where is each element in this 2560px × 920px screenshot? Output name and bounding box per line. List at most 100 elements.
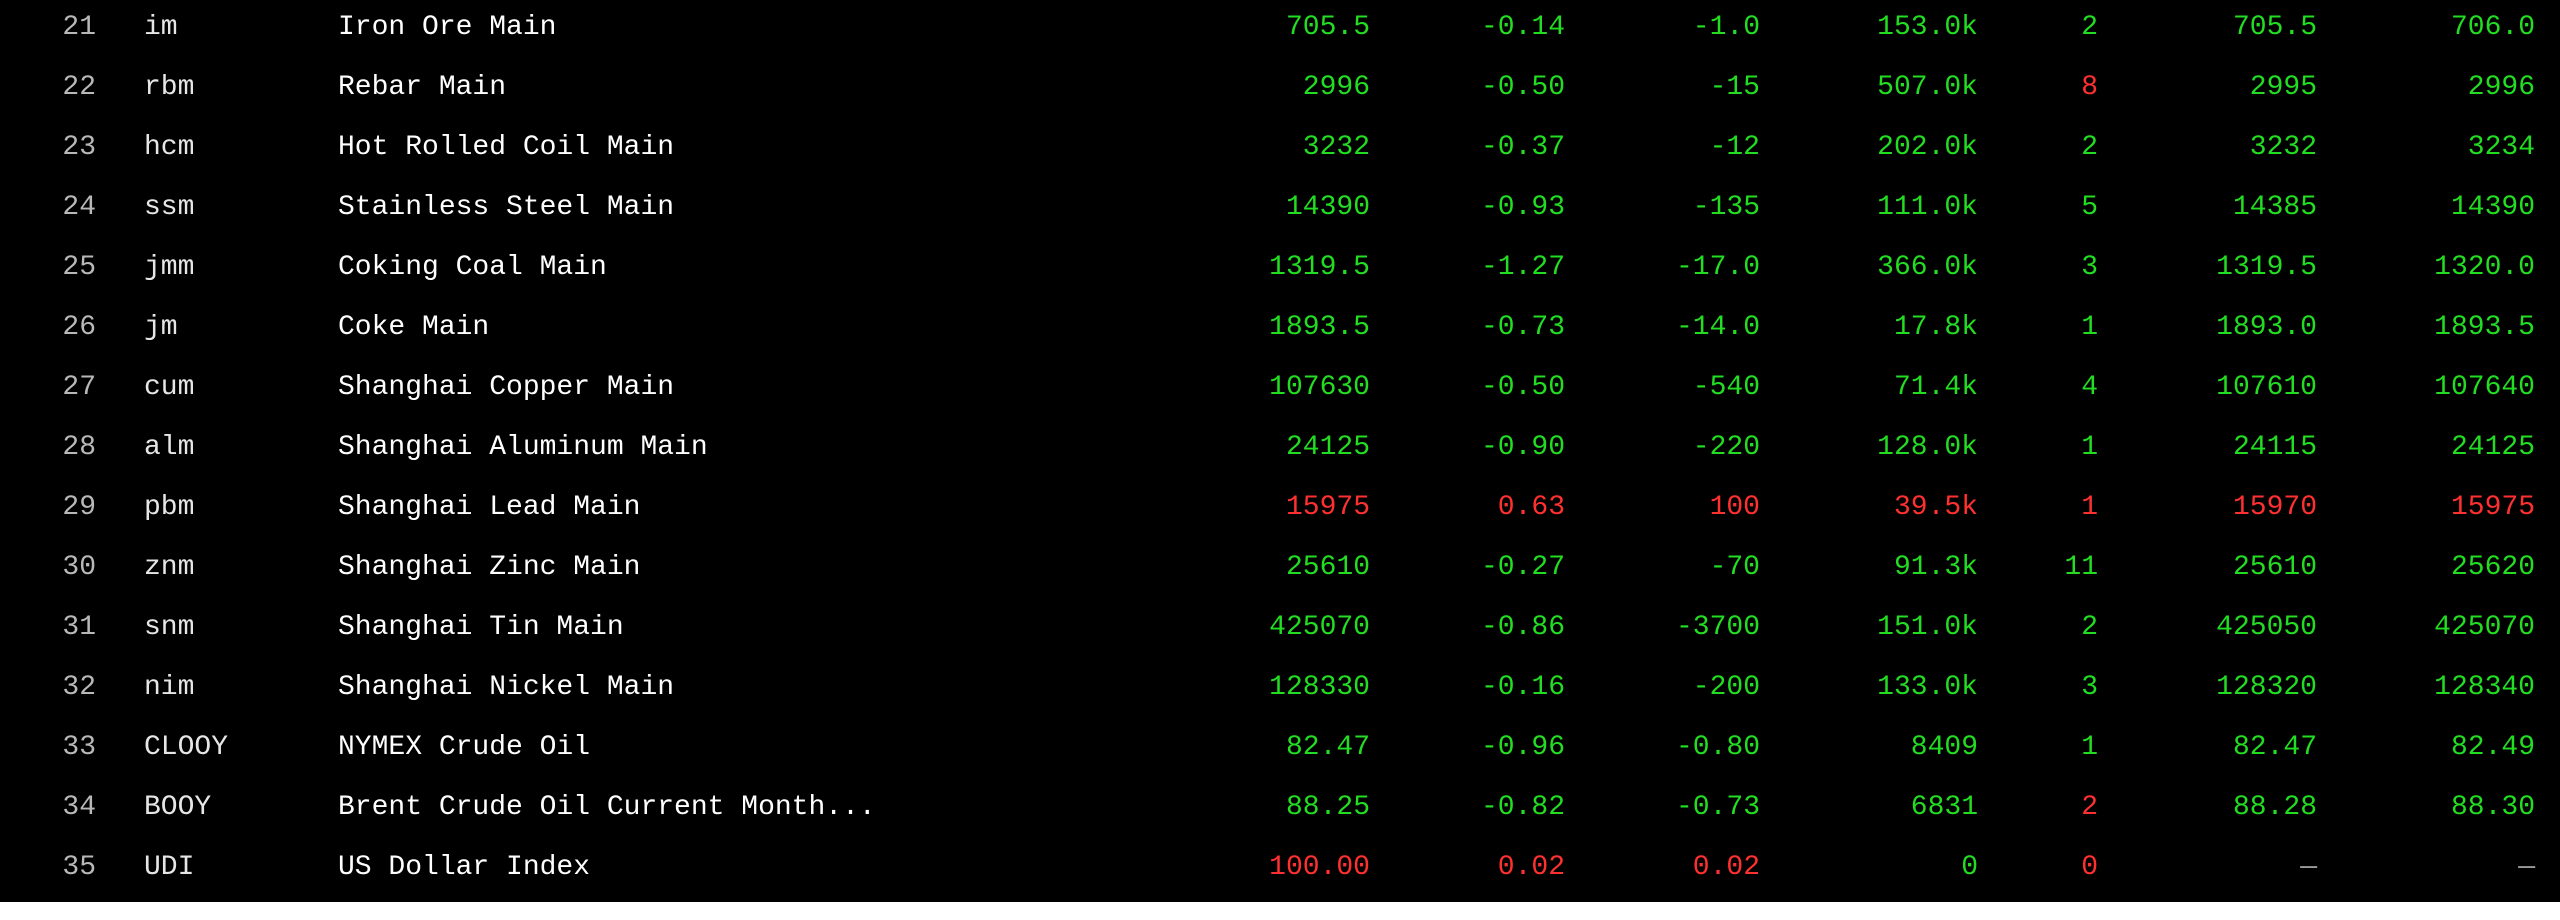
- last-quantity: 1: [2081, 732, 2098, 763]
- change-amount: -70: [1709, 552, 1760, 583]
- last-quantity: 3: [2081, 252, 2098, 283]
- bid-price: 24115: [2232, 432, 2317, 463]
- instrument-name: Iron Ore Main: [338, 12, 557, 43]
- symbol-code: BOOY: [144, 792, 212, 823]
- quote-row[interactable]: 27 cum Shanghai Copper Main 107630 -0.50 -540…: [0, 358, 2560, 418]
- ask-price: 88.30: [2450, 792, 2535, 823]
- ask-price: 1320.0: [2434, 252, 2535, 283]
- quote-row[interactable]: 34 BOOY Brent Crude Oil Current Month... 88…: [0, 778, 2560, 838]
- change-amount: 100: [1709, 492, 1760, 523]
- bid-price: 128320: [2216, 672, 2317, 703]
- last-quantity: 2: [2081, 132, 2098, 163]
- symbol-code: hcm: [144, 132, 195, 163]
- ask-price: —: [2518, 852, 2535, 883]
- change-amount: -1.0: [1692, 12, 1760, 43]
- volume: 0: [1961, 852, 1978, 883]
- ask-price: 2996: [2467, 72, 2535, 103]
- row-index: 31: [62, 612, 96, 643]
- bid-price: 705.5: [2232, 12, 2317, 43]
- quote-row[interactable]: 21 im Iron Ore Main 705.5 -0.14 -1.0 153.0k 2 70…: [0, 0, 2560, 58]
- row-index: 26: [62, 312, 96, 343]
- bid-price: 82.47: [2232, 732, 2317, 763]
- change-percent: -0.82: [1480, 792, 1565, 823]
- last-price: 24125: [1285, 432, 1370, 463]
- change-percent: -0.14: [1480, 12, 1565, 43]
- bid-price: 14385: [2232, 192, 2317, 223]
- change-percent: -0.50: [1480, 372, 1565, 403]
- instrument-name: Rebar Main: [338, 72, 507, 103]
- volume: 153.0k: [1877, 12, 1978, 43]
- ask-price: 15975: [2450, 492, 2535, 523]
- last-quantity: 2: [2081, 792, 2098, 823]
- quote-table: 21 im Iron Ore Main 705.5 -0.14 -1.0 153.0k 2 70…: [0, 0, 2560, 902]
- row-index: 30: [62, 552, 96, 583]
- last-price: 88.25: [1285, 792, 1370, 823]
- quote-row[interactable]: 26 jm Coke Main 1893.5 -0.73 -14.0 17.8k 1 1893.…: [0, 298, 2560, 358]
- row-index: 25: [62, 252, 96, 283]
- quote-row[interactable]: 35 UDI US Dollar Index 100.00 0.02 0.02 0 0 — —: [0, 838, 2560, 898]
- volume: 8409: [1910, 732, 1978, 763]
- quote-row[interactable]: 33 CLOOY NYMEX Crude Oil 82.47 -0.96 -0.80 840…: [0, 718, 2560, 778]
- last-quantity: 3: [2081, 672, 2098, 703]
- change-percent: -0.37: [1480, 132, 1565, 163]
- change-amount: -220: [1692, 432, 1760, 463]
- quote-row[interactable]: 28 alm Shanghai Aluminum Main 24125 -0.90 -22…: [0, 418, 2560, 478]
- row-index: 29: [62, 492, 96, 523]
- last-quantity: 8: [2081, 72, 2098, 103]
- change-percent: -0.16: [1480, 672, 1565, 703]
- bid-price: 25610: [2232, 552, 2317, 583]
- quote-row[interactable]: 29 pbm Shanghai Lead Main 15975 0.63 100 39.5k…: [0, 478, 2560, 538]
- last-price: 15975: [1285, 492, 1370, 523]
- row-index: 23: [62, 132, 96, 163]
- change-amount: -200: [1692, 672, 1760, 703]
- volume: 17.8k: [1893, 312, 1978, 343]
- last-price: 107630: [1269, 372, 1370, 403]
- last-price: 82.47: [1285, 732, 1370, 763]
- quote-row[interactable]: 30 znm Shanghai Zinc Main 25610 -0.27 -70 91.3…: [0, 538, 2560, 598]
- row-index: 32: [62, 672, 96, 703]
- bid-price: 1893.0: [2216, 312, 2317, 343]
- last-quantity: 2: [2081, 12, 2098, 43]
- instrument-name: NYMEX Crude Oil: [338, 732, 591, 763]
- volume: 39.5k: [1893, 492, 1978, 523]
- last-quantity: 11: [2064, 552, 2098, 583]
- last-quantity: 1: [2081, 312, 2098, 343]
- last-price: 100.00: [1269, 852, 1370, 883]
- last-price: 3232: [1302, 132, 1370, 163]
- change-percent: -0.93: [1480, 192, 1565, 223]
- last-quantity: 4: [2081, 372, 2098, 403]
- ask-price: 1893.5: [2434, 312, 2535, 343]
- instrument-name: Shanghai Aluminum Main: [338, 432, 708, 463]
- ask-price: 706.0: [2450, 12, 2535, 43]
- change-amount: -3700: [1675, 612, 1760, 643]
- quote-row[interactable]: 31 snm Shanghai Tin Main 425070 -0.86 -3700 15…: [0, 598, 2560, 658]
- last-quantity: 0: [2081, 852, 2098, 883]
- last-price: 2996: [1302, 72, 1370, 103]
- row-index: 24: [62, 192, 96, 223]
- change-percent: -0.27: [1480, 552, 1565, 583]
- change-percent: 0.63: [1497, 492, 1565, 523]
- quote-row[interactable]: 24 ssm Stainless Steel Main 14390 -0.93 -135 1…: [0, 178, 2560, 238]
- volume: 71.4k: [1893, 372, 1978, 403]
- change-amount: -15: [1709, 72, 1760, 103]
- quote-row[interactable]: 23 hcm Hot Rolled Coil Main 3232 -0.37 -12 202…: [0, 118, 2560, 178]
- bid-price: 2995: [2249, 72, 2317, 103]
- change-amount: -12: [1709, 132, 1760, 163]
- symbol-code: alm: [144, 432, 195, 463]
- last-price: 128330: [1269, 672, 1370, 703]
- symbol-code: cum: [144, 372, 195, 403]
- ask-price: 3234: [2467, 132, 2535, 163]
- quote-row[interactable]: 22 rbm Rebar Main 2996 -0.50 -15 507.0k 8 2995 29…: [0, 58, 2560, 118]
- instrument-name: Coking Coal Main: [338, 252, 607, 283]
- symbol-code: znm: [144, 552, 195, 583]
- row-index: 22: [62, 72, 96, 103]
- change-amount: -17.0: [1675, 252, 1760, 283]
- ask-price: 25620: [2450, 552, 2535, 583]
- quote-row[interactable]: 32 nim Shanghai Nickel Main 128330 -0.16 -200…: [0, 658, 2560, 718]
- row-index: 21: [62, 12, 96, 43]
- row-index: 33: [62, 732, 96, 763]
- quote-row[interactable]: 25 jmm Coking Coal Main 1319.5 -1.27 -17.0 366…: [0, 238, 2560, 298]
- ask-price: 82.49: [2450, 732, 2535, 763]
- change-amount: -14.0: [1675, 312, 1760, 343]
- change-amount: -540: [1692, 372, 1760, 403]
